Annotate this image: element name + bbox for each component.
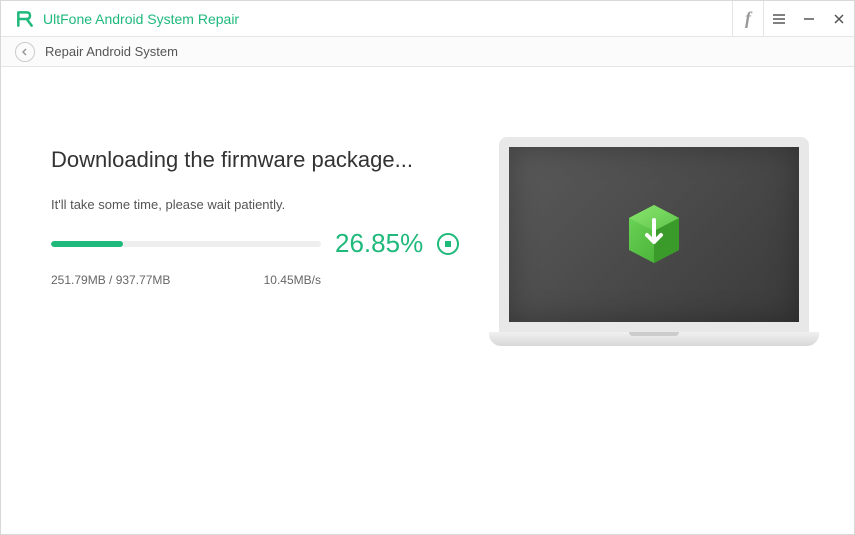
minimize-button[interactable] — [794, 1, 824, 37]
app-window: UltFone Android System Repair f — [0, 0, 855, 535]
download-subtext: It'll take some time, please wait patien… — [51, 197, 459, 212]
package-download-icon — [619, 200, 689, 270]
download-heading: Downloading the firmware package... — [51, 147, 459, 173]
laptop-illustration — [489, 137, 819, 346]
app-logo-icon — [15, 9, 35, 29]
download-speed: 10.45MB/s — [264, 273, 321, 287]
logo-section: UltFone Android System Repair — [1, 9, 239, 29]
hamburger-icon — [772, 12, 786, 26]
close-icon — [833, 13, 845, 25]
facebook-button[interactable]: f — [733, 1, 763, 37]
main-content: Downloading the firmware package... It'l… — [1, 67, 854, 534]
download-stats: 251.79MB / 937.77MB 10.45MB/s — [51, 273, 321, 287]
laptop-screen — [499, 137, 809, 332]
back-button[interactable] — [15, 42, 35, 62]
laptop-base — [489, 332, 819, 346]
arrow-left-icon — [20, 47, 30, 57]
facebook-icon: f — [745, 8, 751, 29]
progress-fill — [51, 241, 123, 247]
app-title: UltFone Android System Repair — [43, 11, 239, 27]
menu-button[interactable] — [764, 1, 794, 37]
breadcrumb-bar: Repair Android System — [1, 37, 854, 67]
progress-percent: 26.85% — [335, 228, 423, 259]
titlebar: UltFone Android System Repair f — [1, 1, 854, 37]
stop-button[interactable] — [437, 233, 459, 255]
download-size: 251.79MB / 937.77MB — [51, 273, 170, 287]
illustration-panel — [489, 147, 819, 534]
stop-icon — [445, 241, 451, 247]
minimize-icon — [803, 13, 815, 25]
progress-row: 26.85% — [51, 228, 459, 259]
breadcrumb-label: Repair Android System — [45, 44, 178, 59]
download-panel: Downloading the firmware package... It'l… — [51, 147, 489, 534]
close-button[interactable] — [824, 1, 854, 37]
window-controls: f — [732, 1, 854, 36]
progress-bar — [51, 241, 321, 247]
